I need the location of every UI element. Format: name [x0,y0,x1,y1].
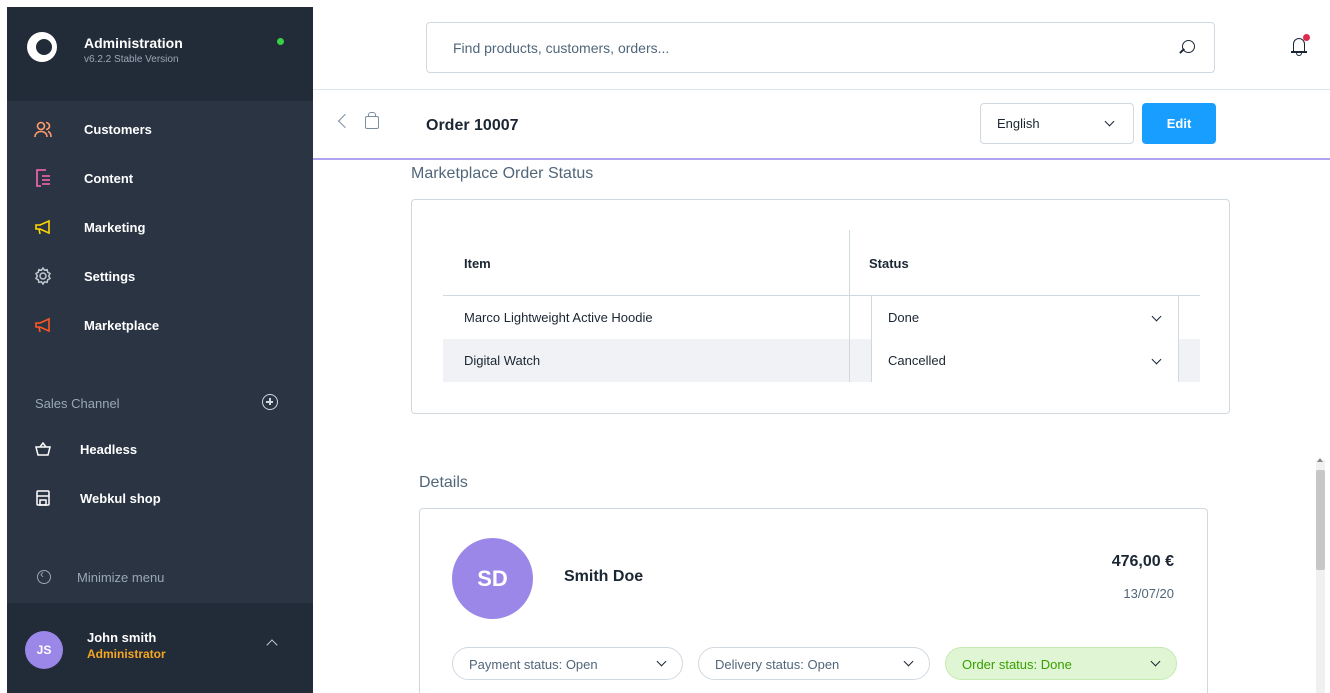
shop-icon [33,488,53,508]
sidebar-item-label: Webkul shop [80,490,161,506]
column-header-item[interactable]: Item [464,256,491,271]
column-header-status[interactable]: Status [869,256,909,271]
grid-header: Item Status [443,230,1200,296]
sidebar-item-marketing[interactable]: Marketing [7,207,313,247]
user-name: John smith [87,630,157,645]
sidebar-item-webkul-shop[interactable]: Webkul shop [7,478,313,518]
search-input[interactable]: Find products, customers, orders... [426,22,1215,73]
sidebar-item-marketplace[interactable]: Marketplace [7,305,313,345]
scroll-up-arrow-icon[interactable] [1317,458,1323,462]
edit-button[interactable]: Edit [1142,103,1216,144]
sidebar-item-label: Headless [80,441,138,457]
details-section-title: Details [419,474,468,491]
chevron-down-icon [656,656,667,667]
marketplace-status-card: Item Status Marco Lightweight Active Hoo… [411,199,1230,414]
notification-bell-icon[interactable] [1291,34,1310,56]
status-select[interactable]: Done [871,296,1179,339]
app-version: v6.2.2 Stable Version [84,54,179,65]
customer-avatar: SD [452,538,533,619]
chevron-down-icon [1151,311,1162,322]
chevron-left-circle-icon [37,567,51,584]
page-header: Order 10007 English Edit [313,90,1330,160]
page-title: Order 10007 [426,117,519,134]
user-role: Administrator [87,647,166,661]
app-title: Administration [84,35,183,51]
sidebar-item-customers[interactable]: Customers [7,109,313,149]
chevron-down-icon [1151,354,1162,365]
scrollbar-thumb[interactable] [1316,470,1325,570]
sidebar-item-label: Marketing [84,219,146,235]
column-divider[interactable] [849,230,850,382]
language-value: English [997,116,1040,131]
sidebar-item-label: Content [84,170,134,186]
status-select[interactable]: Cancelled [871,339,1179,382]
chevron-down-icon [1104,116,1115,127]
search-placeholder: Find products, customers, orders... [453,40,670,56]
chevron-down-icon [1150,656,1161,667]
table-row: Marco Lightweight Active Hoodie Done [443,296,1200,339]
item-name: Digital Watch [464,353,541,368]
delivery-status-select[interactable]: Delivery status: Open [698,647,930,680]
customer-name[interactable]: Smith Doe [564,568,643,586]
user-menu[interactable]: JS John smith Administrator [7,603,313,693]
back-icon[interactable] [337,113,353,129]
basket-icon [33,439,53,459]
payment-status-value: Payment status: Open [469,657,598,672]
search-icon[interactable] [1182,40,1195,53]
order-status-select[interactable]: Order status: Done [945,647,1177,680]
marketplace-icon [33,315,53,335]
order-status-value: Order status: Done [962,657,1072,672]
chevron-up-icon[interactable] [266,639,278,651]
status-dot [277,38,284,45]
customers-icon [33,119,53,139]
payment-status-select[interactable]: Payment status: Open [452,647,683,680]
sidebar-item-label: Customers [84,121,152,137]
order-amount: 476,00 € [1111,553,1174,570]
details-card: SD Smith Doe 476,00 € 13/07/20 Payment s… [419,508,1208,693]
minimize-menu-button[interactable]: Minimize menu [37,567,164,585]
status-value: Done [888,310,920,325]
sidebar-header: Administration v6.2.2 Stable Version [7,7,313,101]
add-sales-channel-icon[interactable] [262,394,278,410]
notification-badge [1303,34,1310,41]
avatar: JS [25,631,63,669]
sidebar-item-settings[interactable]: Settings [7,256,313,296]
shopware-logo-icon[interactable] [27,32,57,62]
item-name: Marco Lightweight Active Hoodie [464,310,653,325]
marketing-icon [33,217,53,237]
sidebar: Administration v6.2.2 Stable Version Cus… [7,7,313,693]
table-row: Digital Watch Cancelled [443,339,1200,382]
shopping-bag-icon [365,112,379,129]
marketplace-section-title: Marketplace Order Status [411,165,594,182]
sidebar-item-label: Marketplace [84,317,160,333]
sidebar-item-label: Settings [84,268,136,284]
order-date: 13/07/20 [1123,586,1174,601]
chevron-down-icon [903,656,914,667]
sidebar-item-content[interactable]: Content [7,158,313,198]
status-value: Cancelled [888,353,946,368]
sidebar-item-headless[interactable]: Headless [7,429,313,469]
top-bar: Find products, customers, orders... [313,0,1330,90]
settings-icon [33,266,53,286]
content-icon [33,168,53,188]
delivery-status-value: Delivery status: Open [715,657,840,672]
minimize-menu-label: Minimize menu [77,570,165,585]
language-select[interactable]: English [980,103,1134,144]
sales-channel-title: Sales Channel [35,396,120,411]
